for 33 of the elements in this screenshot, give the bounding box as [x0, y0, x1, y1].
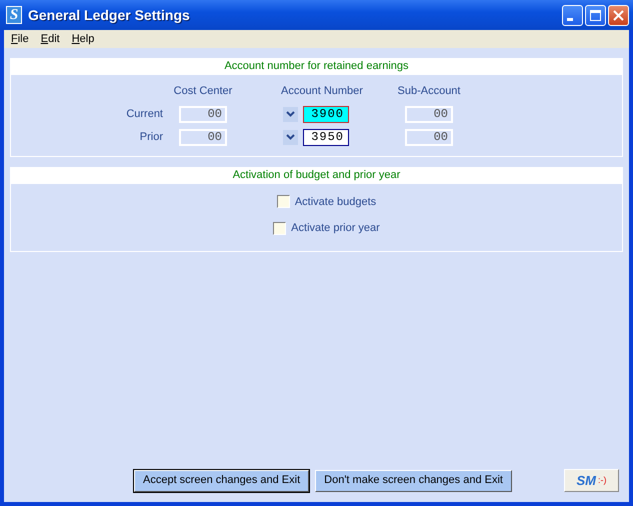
checkbox[interactable]	[273, 222, 286, 235]
menu-item[interactable]: File	[10, 30, 30, 48]
menu-item[interactable]: Help	[70, 30, 96, 48]
action-button[interactable]: Don't make screen changes and Exit	[315, 470, 512, 492]
close-button[interactable]	[608, 4, 629, 26]
maximize-button[interactable]	[585, 4, 606, 26]
chevron-down-icon	[286, 111, 295, 117]
checkbox-label: Activate budgets	[294, 194, 376, 210]
checkbox-label: Activate prior year	[291, 221, 380, 236]
logo-button[interactable]: SM:-)	[564, 469, 619, 492]
column-header: Account Number	[280, 84, 364, 99]
window-title: General Ledger Settings	[28, 6, 191, 25]
dropdown-button[interactable]	[283, 106, 298, 122]
column-header: Cost Center	[172, 84, 234, 99]
section-heading: Activation of budget and prior year	[10, 166, 623, 184]
dropdown-button[interactable]	[283, 130, 298, 144]
input-field[interactable]: 3900	[303, 106, 349, 122]
close-icon	[613, 10, 624, 20]
input-field[interactable]: 3950	[303, 128, 349, 146]
row-label: Current	[125, 106, 164, 122]
smiley-text: :-)	[598, 474, 606, 487]
checkbox[interactable]	[276, 195, 290, 208]
menu-item[interactable]: Edit	[40, 30, 61, 48]
app-icon: S	[6, 6, 22, 24]
minimize-icon	[567, 18, 573, 20]
minimize-button[interactable]	[562, 4, 583, 26]
section-heading: Account number for retained earnings	[10, 58, 623, 75]
maximize-icon	[590, 10, 601, 20]
column-header: Sub-Account	[396, 84, 462, 99]
row-label: Prior	[138, 130, 164, 145]
chevron-down-icon	[286, 134, 295, 140]
logo-text: SM	[576, 473, 596, 488]
action-button[interactable]: Accept screen changes and Exit	[134, 470, 310, 492]
